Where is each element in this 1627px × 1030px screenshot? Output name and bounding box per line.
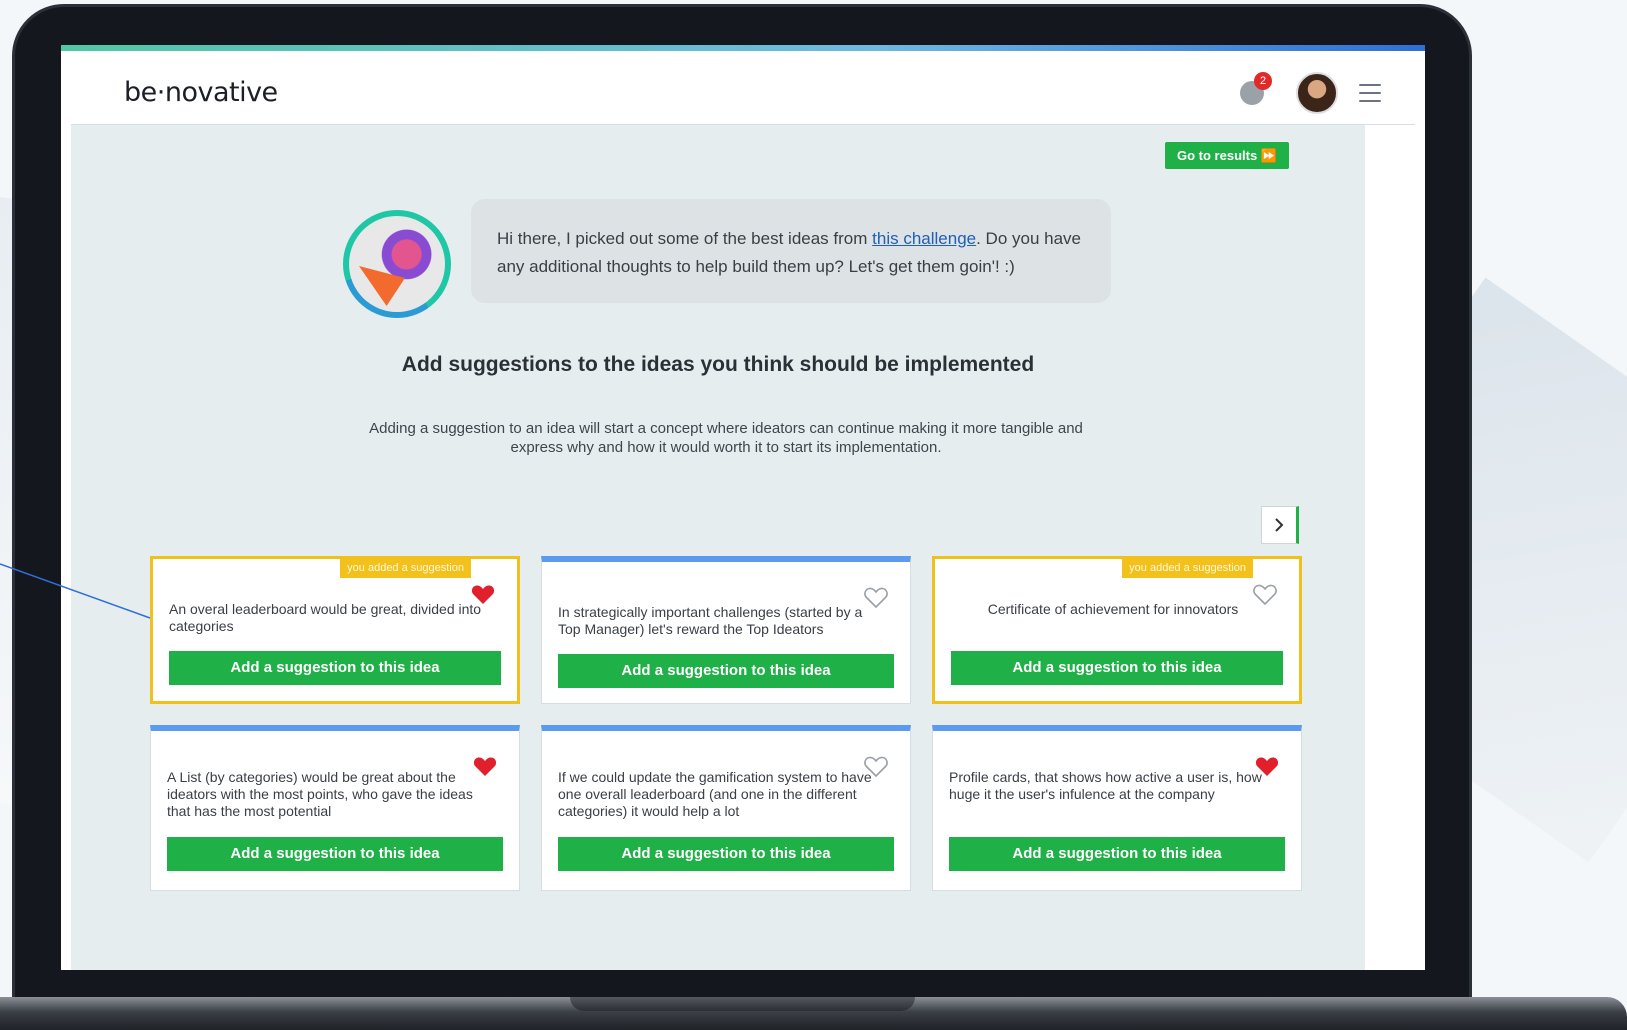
idea-text: In strategically important challenges (s…	[558, 604, 863, 637]
go-to-results-button[interactable]: Go to results ⏩	[1165, 142, 1289, 169]
app-logo[interactable]: be·novative	[124, 77, 278, 108]
main-content: Go to results ⏩ Hi there, I picked out s…	[71, 125, 1365, 970]
idea-text: Profile cards, that shows how active a u…	[949, 769, 1262, 802]
app-header: be·novative 2	[71, 51, 1415, 125]
idea-text: Certificate of achievement for innovator…	[987, 601, 1239, 617]
next-page-button[interactable]	[1261, 506, 1299, 544]
notification-count-badge: 2	[1254, 72, 1272, 90]
idea-card: Profile cards, that shows how active a u…	[932, 725, 1302, 891]
laptop-notch	[570, 997, 915, 1011]
add-suggestion-button[interactable]: Add a suggestion to this idea	[951, 651, 1283, 685]
add-suggestion-button[interactable]: Add a suggestion to this idea	[949, 837, 1285, 871]
idea-card: you added a suggestion An overal leaderb…	[150, 556, 520, 704]
hummingbird-bot-avatar	[343, 210, 451, 318]
add-suggestion-button[interactable]: Add a suggestion to this idea	[558, 837, 894, 871]
page-subtitle: Adding a suggestion to an idea will star…	[369, 420, 1083, 456]
add-suggestion-button[interactable]: Add a suggestion to this idea	[167, 837, 503, 871]
idea-card: If we could update the gamification syst…	[541, 725, 911, 891]
add-suggestion-button[interactable]: Add a suggestion to this idea	[558, 654, 894, 688]
idea-text: If we could update the gamification syst…	[558, 769, 872, 819]
add-suggestion-button[interactable]: Add a suggestion to this idea	[169, 651, 501, 685]
hummingbird-icon	[349, 216, 445, 312]
idea-card: In strategically important challenges (s…	[541, 556, 911, 704]
hamburger-menu-icon[interactable]	[1359, 84, 1381, 102]
challenge-link[interactable]: this challenge	[872, 229, 976, 248]
chevron-right-icon	[1275, 518, 1284, 532]
bubble-text-before: Hi there, I picked out some of the best …	[497, 229, 873, 248]
idea-card: you added a suggestion Certificate of ac…	[932, 556, 1302, 704]
page-title: Add suggestions to the ideas you think s…	[401, 353, 1035, 376]
added-suggestion-badge: you added a suggestion	[340, 558, 471, 578]
app-screen: be·novative 2 Go to results ⏩ Hi there, …	[61, 45, 1425, 970]
idea-text: A List (by categories) would be great ab…	[167, 769, 473, 819]
idea-card: A List (by categories) would be great ab…	[150, 725, 520, 891]
user-avatar[interactable]	[1296, 72, 1338, 114]
bot-message-bubble: Hi there, I picked out some of the best …	[471, 199, 1111, 303]
added-suggestion-badge: you added a suggestion	[1122, 558, 1253, 578]
idea-text: An overal leaderboard would be great, di…	[169, 601, 482, 634]
